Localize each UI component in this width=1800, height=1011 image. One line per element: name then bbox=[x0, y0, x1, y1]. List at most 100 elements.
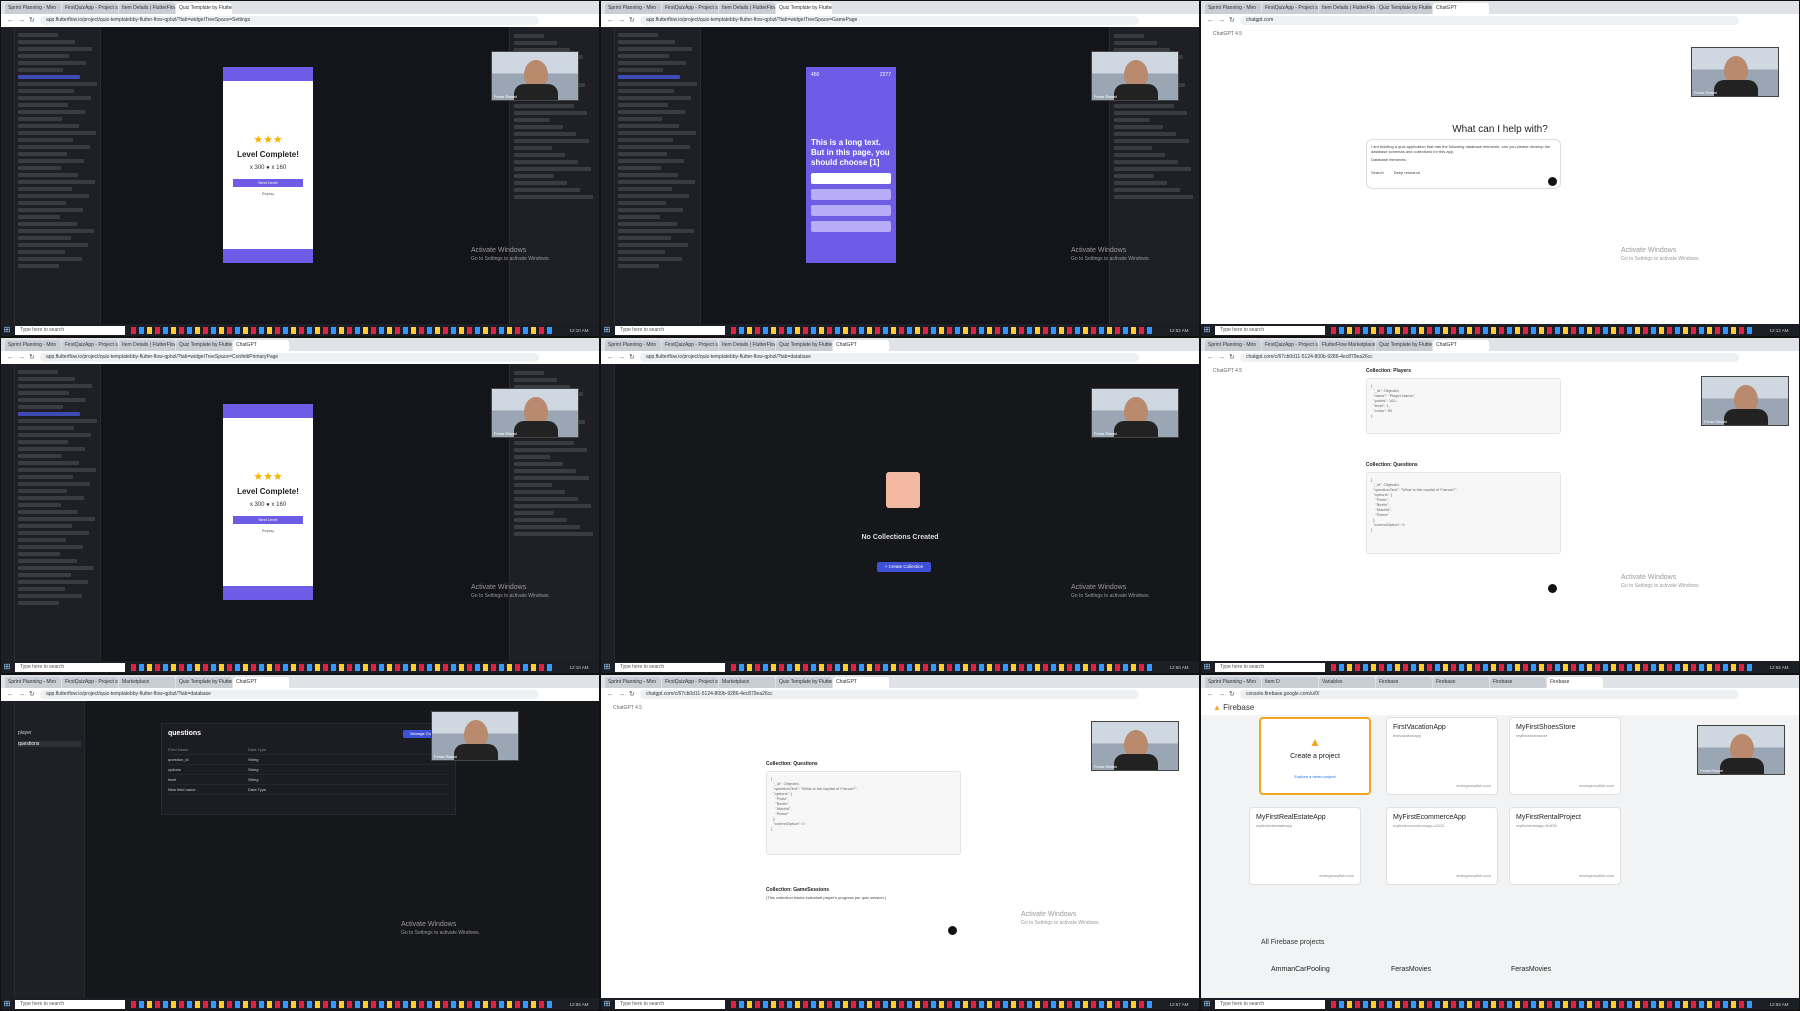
browser-tab[interactable]: Item Details | FlutterFlow bbox=[719, 3, 775, 14]
widget-tree-row[interactable] bbox=[18, 145, 90, 149]
flutterflow-nav-rail[interactable] bbox=[601, 364, 615, 661]
widget-tree-row[interactable] bbox=[18, 545, 83, 549]
property-row[interactable] bbox=[514, 490, 565, 494]
property-row[interactable] bbox=[1114, 181, 1167, 185]
property-row[interactable] bbox=[514, 125, 563, 129]
send-button[interactable] bbox=[948, 926, 957, 935]
widget-tree-row[interactable] bbox=[18, 601, 59, 605]
url-field[interactable]: console.firebase.google.com/u/0/ bbox=[1240, 690, 1739, 699]
property-row[interactable] bbox=[1114, 111, 1187, 115]
widget-tree-row[interactable] bbox=[18, 594, 82, 598]
widget-tree-row[interactable] bbox=[18, 215, 60, 219]
browser-tab[interactable]: Firebase bbox=[1490, 677, 1546, 688]
property-row[interactable] bbox=[514, 153, 565, 157]
widget-tree-row[interactable] bbox=[18, 257, 82, 261]
reload-icon[interactable]: ↻ bbox=[29, 17, 37, 25]
browser-tab[interactable]: Item D bbox=[1262, 677, 1318, 688]
windows-start-icon[interactable]: ⊞ bbox=[1, 661, 13, 673]
browser-tab[interactable]: Quiz Template by FlutterFlow bbox=[776, 340, 832, 351]
reload-icon[interactable]: ↻ bbox=[1229, 691, 1237, 699]
send-button[interactable] bbox=[1548, 177, 1557, 186]
widget-tree-row[interactable] bbox=[18, 524, 72, 528]
taskbar-app-icons[interactable] bbox=[731, 663, 1153, 671]
widget-tree-row[interactable] bbox=[18, 580, 88, 584]
windows-start-icon[interactable]: ⊞ bbox=[601, 998, 613, 1010]
property-row[interactable] bbox=[514, 118, 550, 122]
property-row[interactable] bbox=[1114, 132, 1176, 136]
back-icon[interactable]: ← bbox=[1207, 354, 1215, 362]
widget-tree-row[interactable] bbox=[618, 166, 661, 170]
widget-tree-row[interactable] bbox=[18, 587, 65, 591]
url-field[interactable]: chatgpt.com/c/67cb0d11-5124-800b-9286-4e… bbox=[1240, 353, 1739, 362]
project-card[interactable]: MyFirstShoesStore myfirstshoesstore emer… bbox=[1509, 717, 1621, 795]
create-collection-button[interactable]: + Create Collection bbox=[877, 562, 931, 572]
property-row[interactable] bbox=[514, 41, 557, 45]
browser-tab[interactable]: FirstQuizApp - Project settings bbox=[662, 340, 718, 351]
property-row[interactable] bbox=[514, 174, 554, 178]
widget-tree-row[interactable] bbox=[18, 124, 79, 128]
widget-tree-row[interactable] bbox=[18, 566, 94, 570]
url-field[interactable]: app.flutterflow.io/project/quiz-template… bbox=[40, 16, 539, 25]
property-row[interactable] bbox=[514, 518, 567, 522]
field-type[interactable]: String bbox=[248, 757, 328, 762]
replay-button[interactable]: Replay bbox=[223, 191, 313, 196]
property-row[interactable] bbox=[1114, 146, 1152, 150]
answer-option[interactable] bbox=[811, 173, 891, 184]
taskbar-search-input[interactable]: Type here to search bbox=[15, 325, 125, 335]
next-level-button[interactable]: Next Level bbox=[233, 516, 303, 524]
widget-tree-row[interactable] bbox=[18, 264, 59, 268]
reload-icon[interactable]: ↻ bbox=[29, 691, 37, 699]
property-row[interactable] bbox=[1114, 125, 1163, 129]
widget-tree-row[interactable] bbox=[18, 384, 92, 388]
widget-tree-row[interactable] bbox=[618, 145, 690, 149]
taskbar-app-icons[interactable] bbox=[131, 663, 553, 671]
back-icon[interactable]: ← bbox=[7, 691, 15, 699]
widget-tree-row[interactable] bbox=[18, 75, 80, 79]
deep-research-button[interactable]: Deep research bbox=[1394, 170, 1420, 175]
widget-tree-row[interactable] bbox=[618, 208, 683, 212]
widget-tree-row[interactable] bbox=[618, 40, 675, 44]
widget-tree-row[interactable] bbox=[18, 419, 97, 423]
widget-tree-row[interactable] bbox=[18, 370, 58, 374]
chat-input-box[interactable]: I am building a quiz application that ha… bbox=[1366, 139, 1561, 189]
property-row[interactable] bbox=[514, 525, 580, 529]
browser-tab[interactable]: FirstQuizApp - Project settings bbox=[662, 3, 718, 14]
widget-tree-row[interactable] bbox=[18, 117, 62, 121]
windows-start-icon[interactable]: ⊞ bbox=[1201, 998, 1213, 1010]
replay-button[interactable]: Replay bbox=[223, 528, 313, 533]
widget-tree-row[interactable] bbox=[18, 187, 72, 191]
widget-tree-row[interactable] bbox=[18, 243, 88, 247]
property-row[interactable] bbox=[1114, 153, 1165, 157]
browser-tab[interactable]: Quiz Template by FlutterFlow bbox=[176, 3, 232, 14]
taskbar-search-input[interactable]: Type here to search bbox=[15, 999, 125, 1009]
widget-tree-row[interactable] bbox=[618, 75, 680, 79]
browser-tab[interactable]: FirstQuizApp - Project settings bbox=[1262, 3, 1318, 14]
property-row[interactable] bbox=[1114, 118, 1150, 122]
reload-icon[interactable]: ↻ bbox=[1229, 354, 1237, 362]
browser-tab[interactable]: ChatGPT bbox=[833, 340, 889, 351]
project-card[interactable]: MyFirstRentalProject myfirstrentalapp-8c… bbox=[1509, 807, 1621, 885]
forward-icon[interactable]: → bbox=[618, 354, 626, 362]
browser-tab[interactable]: Quiz Template by FlutterFlow bbox=[1376, 340, 1432, 351]
widget-tree-row[interactable] bbox=[618, 243, 688, 247]
search-button[interactable]: Search bbox=[1371, 170, 1384, 175]
widget-tree-row[interactable] bbox=[18, 377, 75, 381]
browser-tab[interactable]: Quiz Template by FlutterFlow bbox=[176, 340, 232, 351]
browser-tab[interactable]: Sprint Planning - Miro bbox=[5, 3, 61, 14]
widget-tree-row[interactable] bbox=[618, 229, 694, 233]
widget-tree-row[interactable] bbox=[618, 180, 695, 184]
property-row[interactable] bbox=[514, 195, 593, 199]
flutterflow-nav-rail[interactable] bbox=[1, 364, 15, 661]
forward-icon[interactable]: → bbox=[1218, 354, 1226, 362]
url-field[interactable]: chatgpt.com bbox=[1240, 16, 1739, 25]
forward-icon[interactable]: → bbox=[18, 17, 26, 25]
widget-tree-row[interactable] bbox=[618, 152, 667, 156]
browser-tab[interactable]: Sprint Planning - Miro bbox=[5, 340, 61, 351]
widget-tree-row[interactable] bbox=[18, 391, 69, 395]
answer-option[interactable] bbox=[811, 221, 891, 232]
chatgpt-model-label[interactable]: ChatGPT 4.5 bbox=[1213, 31, 1242, 37]
firebase-brand[interactable]: ▲ Firebase bbox=[1201, 701, 1799, 715]
field-row[interactable]: New field name Data Type bbox=[168, 785, 449, 795]
widget-tree-row[interactable] bbox=[18, 433, 91, 437]
field-row[interactable]: question_id String bbox=[168, 755, 449, 765]
